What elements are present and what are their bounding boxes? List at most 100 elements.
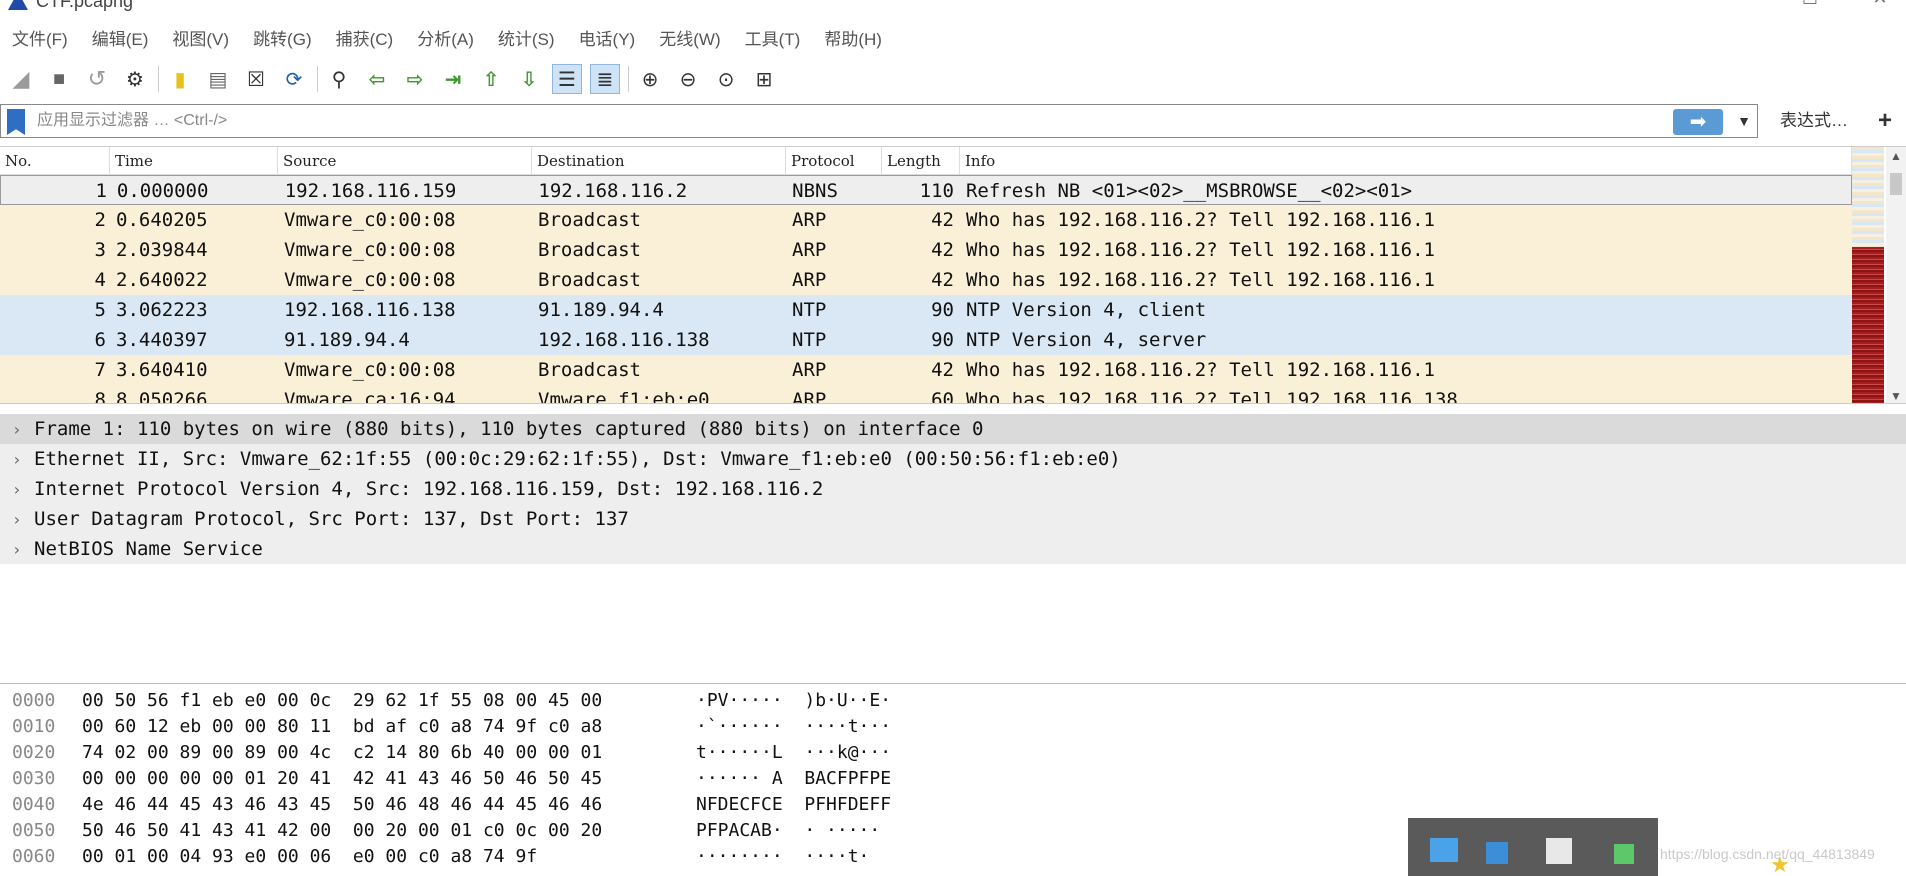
hex-bytes[interactable]: 00 01 00 04 93 e0 00 06 e0 00 c0 a8 74 9… bbox=[82, 844, 696, 870]
packet-row[interactable]: 8 8.050266 Vmware_ca:16:94 Vmware_f1:eb:e0 A… bbox=[0, 385, 1852, 403]
hex-ascii[interactable]: ·`······ ····t··· bbox=[696, 714, 891, 740]
packet-cell-source: 192.168.116.138 bbox=[284, 299, 456, 321]
menu-analyze[interactable]: 分析(A) bbox=[405, 26, 486, 54]
hex-bytes[interactable]: 74 02 00 89 00 89 00 4c c2 14 80 6b 40 0… bbox=[82, 740, 696, 766]
packet-cell-destination: Broadcast bbox=[538, 239, 641, 261]
packet-cell-info: Who has 192.168.116.2? Tell 192.168.116.… bbox=[966, 239, 1435, 261]
hex-ascii[interactable]: ·PV····· )b·U··E· bbox=[696, 688, 891, 714]
hex-offset[interactable]: 0010 bbox=[0, 714, 82, 740]
menu-wireless[interactable]: 无线(W) bbox=[647, 26, 732, 54]
go-first-packet-icon[interactable]: ⇧ bbox=[476, 64, 506, 94]
hex-bytes[interactable]: 00 00 00 00 00 01 20 41 42 41 43 46 50 4… bbox=[82, 766, 696, 792]
go-to-packet-icon[interactable]: ⇥ bbox=[438, 64, 468, 94]
column-header-source[interactable]: Source bbox=[278, 147, 532, 174]
chevron-right-icon[interactable]: › bbox=[0, 450, 34, 469]
column-header-no[interactable]: No. bbox=[0, 147, 110, 174]
detail-tree-item[interactable]: › Ethernet II, Src: Vmware_62:1f:55 (00:0… bbox=[0, 444, 1906, 474]
menu-tools[interactable]: 工具(T) bbox=[733, 26, 813, 54]
column-header-time[interactable]: Time bbox=[110, 147, 278, 174]
colorize-icon[interactable]: ≣ bbox=[590, 64, 620, 94]
maximize-button[interactable]: ☐ bbox=[1788, 0, 1832, 12]
apply-filter-arrow-icon[interactable]: ➡ bbox=[1673, 109, 1723, 135]
add-filter-button[interactable]: + bbox=[1870, 104, 1900, 138]
column-header-protocol[interactable]: Protocol bbox=[786, 147, 882, 174]
close-file-icon[interactable]: ☒ bbox=[241, 64, 271, 94]
menu-help[interactable]: 帮助(H) bbox=[812, 26, 894, 54]
resize-columns-icon[interactable]: ⊞ bbox=[749, 64, 779, 94]
hex-bytes[interactable]: 00 50 56 f1 eb e0 00 0c 29 62 1f 55 08 0… bbox=[82, 688, 696, 714]
hex-bytes[interactable]: 4e 46 44 45 43 46 43 45 50 46 48 46 44 4… bbox=[82, 792, 696, 818]
column-header-length[interactable]: Length bbox=[882, 147, 960, 174]
packet-cell-length: 42 bbox=[931, 209, 954, 231]
packet-row[interactable]: 6 3.440397 91.189.94.4 192.168.116.138 NTP 90… bbox=[0, 325, 1852, 355]
hex-offset[interactable]: 0000 bbox=[0, 688, 82, 714]
hex-offset[interactable]: 0020 bbox=[0, 740, 82, 766]
menu-capture[interactable]: 捕获(C) bbox=[324, 26, 406, 54]
chevron-right-icon[interactable]: › bbox=[0, 540, 34, 559]
packet-row[interactable]: 1 0.000000 192.168.116.159 192.168.116.2 NBN… bbox=[0, 175, 1852, 205]
hex-offset[interactable]: 0060 bbox=[0, 844, 82, 870]
start-capture-icon[interactable]: ◢ bbox=[6, 64, 36, 94]
go-forward-icon[interactable]: ⇨ bbox=[400, 64, 430, 94]
hex-offset[interactable]: 0030 bbox=[0, 766, 82, 792]
scroll-up-icon[interactable]: ▲ bbox=[1886, 149, 1906, 163]
hex-ascii[interactable]: t······L ···k@··· bbox=[696, 740, 891, 766]
watermark: https://blog.csdn.net/qq_44813849 bbox=[1660, 846, 1875, 862]
zoom-out-icon[interactable]: ⊖ bbox=[673, 64, 703, 94]
hex-ascii[interactable]: PFPACAB· · ····· bbox=[696, 818, 880, 844]
hex-offset[interactable]: 0040 bbox=[0, 792, 82, 818]
detail-tree-item[interactable]: › Internet Protocol Version 4, Src: 192.1… bbox=[0, 474, 1906, 504]
expression-button[interactable]: 表达式… bbox=[1768, 104, 1860, 138]
column-header-info[interactable]: Info bbox=[960, 147, 1852, 174]
detail-tree-item[interactable]: › NetBIOS Name Service bbox=[0, 534, 1906, 564]
menu-edit[interactable]: 编辑(E) bbox=[80, 26, 161, 54]
close-window-button[interactable]: ✕ bbox=[1858, 0, 1902, 12]
open-file-icon[interactable]: ▮ bbox=[165, 64, 195, 94]
packet-row[interactable]: 7 3.640410 Vmware_c0:00:08 Broadcast ARP 42 Wh… bbox=[0, 355, 1852, 385]
menu-go[interactable]: 跳转(G) bbox=[241, 26, 324, 54]
hex-ascii[interactable]: ······ A BACFPFPE bbox=[696, 766, 891, 792]
zoom-in-icon[interactable]: ⊕ bbox=[635, 64, 665, 94]
hex-bytes[interactable]: 50 46 50 41 43 41 42 00 00 20 00 01 c0 0… bbox=[82, 818, 696, 844]
restart-capture-icon[interactable]: ↺ bbox=[82, 64, 112, 94]
chevron-down-icon[interactable]: ▼ bbox=[1731, 105, 1757, 137]
packet-cell-length: 90 bbox=[931, 329, 954, 351]
zoom-normal-icon[interactable]: ⊙ bbox=[711, 64, 741, 94]
packet-row[interactable]: 2 0.640205 Vmware_c0:00:08 Broadcast ARP 42 Wh… bbox=[0, 205, 1852, 235]
detail-tree-item[interactable]: › User Datagram Protocol, Src Port: 137, … bbox=[0, 504, 1906, 534]
reload-file-icon[interactable]: ⟳ bbox=[279, 64, 309, 94]
packet-cell-length: 90 bbox=[931, 299, 954, 321]
stop-capture-icon[interactable]: ■ bbox=[44, 64, 74, 94]
hex-offset[interactable]: 0050 bbox=[0, 818, 82, 844]
detail-tree-item[interactable]: › Frame 1: 110 bytes on wire (880 bits), … bbox=[0, 414, 1906, 444]
bookmark-icon[interactable] bbox=[7, 109, 25, 135]
hex-ascii[interactable]: ········ ····t· bbox=[696, 844, 869, 870]
go-last-packet-icon[interactable]: ⇩ bbox=[514, 64, 544, 94]
hex-ascii[interactable]: NFDECFCE PFHFDEFF bbox=[696, 792, 891, 818]
minimize-button[interactable]: — bbox=[1716, 0, 1760, 12]
save-file-icon[interactable]: ▤ bbox=[203, 64, 233, 94]
chevron-right-icon[interactable]: › bbox=[0, 480, 34, 499]
capture-options-icon[interactable]: ⚙ bbox=[120, 64, 150, 94]
display-filter-input[interactable] bbox=[37, 107, 1657, 135]
menu-file[interactable]: 文件(F) bbox=[0, 26, 80, 54]
go-back-icon[interactable]: ⇦ bbox=[362, 64, 392, 94]
packet-row[interactable]: 4 2.640022 Vmware_c0:00:08 Broadcast ARP 42 Wh… bbox=[0, 265, 1852, 295]
column-header-destination[interactable]: Destination bbox=[532, 147, 786, 174]
chevron-right-icon[interactable]: › bbox=[0, 420, 34, 439]
menu-statistics[interactable]: 统计(S) bbox=[486, 26, 567, 54]
auto-scroll-icon[interactable]: ☰ bbox=[552, 64, 582, 94]
chevron-right-icon[interactable]: › bbox=[0, 510, 34, 529]
menu-view[interactable]: 视图(V) bbox=[160, 26, 241, 54]
find-packet-icon[interactable]: ⚲ bbox=[324, 64, 354, 94]
packet-row[interactable]: 3 2.039844 Vmware_c0:00:08 Broadcast ARP 42 Wh… bbox=[0, 235, 1852, 265]
scroll-down-icon[interactable]: ▼ bbox=[1886, 389, 1906, 403]
pixelated-block bbox=[1614, 844, 1634, 864]
hex-bytes[interactable]: 00 60 12 eb 00 00 80 11 bd af c0 a8 74 9… bbox=[82, 714, 696, 740]
packet-row[interactable]: 5 3.062223 192.168.116.138 91.189.94.4 NTP 90… bbox=[0, 295, 1852, 325]
scrollbar-thumb[interactable] bbox=[1890, 173, 1902, 195]
packet-cell-time: 2.640022 bbox=[116, 269, 208, 291]
menu-telephony[interactable]: 电话(Y) bbox=[567, 26, 648, 54]
packet-cell-protocol: ARP bbox=[792, 269, 827, 291]
packet-list-scrollbar[interactable]: ▲ ▼ bbox=[1886, 147, 1906, 403]
